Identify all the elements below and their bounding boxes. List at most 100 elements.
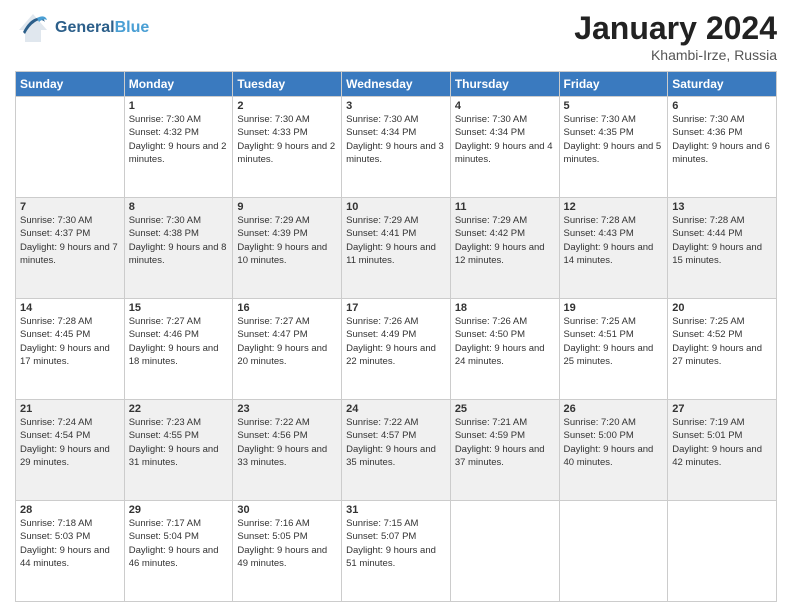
day-info: Sunrise: 7:30 AM Sunset: 4:38 PM Dayligh… xyxy=(129,214,229,267)
calendar-table: SundayMondayTuesdayWednesdayThursdayFrid… xyxy=(15,71,777,602)
col-header-thursday: Thursday xyxy=(450,72,559,97)
calendar-cell: 23Sunrise: 7:22 AM Sunset: 4:56 PM Dayli… xyxy=(233,400,342,501)
day-number: 16 xyxy=(237,302,337,314)
calendar-cell: 17Sunrise: 7:26 AM Sunset: 4:49 PM Dayli… xyxy=(342,299,451,400)
col-header-monday: Monday xyxy=(124,72,233,97)
calendar-week-row: 1Sunrise: 7:30 AM Sunset: 4:32 PM Daylig… xyxy=(16,97,777,198)
day-info: Sunrise: 7:28 AM Sunset: 4:44 PM Dayligh… xyxy=(672,214,772,267)
calendar-cell: 18Sunrise: 7:26 AM Sunset: 4:50 PM Dayli… xyxy=(450,299,559,400)
calendar-cell: 14Sunrise: 7:28 AM Sunset: 4:45 PM Dayli… xyxy=(16,299,125,400)
calendar-cell: 1Sunrise: 7:30 AM Sunset: 4:32 PM Daylig… xyxy=(124,97,233,198)
day-number: 31 xyxy=(346,504,446,516)
day-info: Sunrise: 7:19 AM Sunset: 5:01 PM Dayligh… xyxy=(672,416,772,469)
title-block: January 2024 Khambi-Irze, Russia xyxy=(574,10,777,63)
calendar-cell: 20Sunrise: 7:25 AM Sunset: 4:52 PM Dayli… xyxy=(668,299,777,400)
day-info: Sunrise: 7:22 AM Sunset: 4:56 PM Dayligh… xyxy=(237,416,337,469)
col-header-wednesday: Wednesday xyxy=(342,72,451,97)
day-number: 8 xyxy=(129,201,229,213)
col-header-sunday: Sunday xyxy=(16,72,125,97)
calendar-week-row: 28Sunrise: 7:18 AM Sunset: 5:03 PM Dayli… xyxy=(16,501,777,602)
calendar-cell: 25Sunrise: 7:21 AM Sunset: 4:59 PM Dayli… xyxy=(450,400,559,501)
page: GeneralBlue January 2024 Khambi-Irze, Ru… xyxy=(0,0,792,612)
day-number: 28 xyxy=(20,504,120,516)
day-number: 17 xyxy=(346,302,446,314)
calendar-cell: 2Sunrise: 7:30 AM Sunset: 4:33 PM Daylig… xyxy=(233,97,342,198)
day-info: Sunrise: 7:23 AM Sunset: 4:55 PM Dayligh… xyxy=(129,416,229,469)
day-number: 13 xyxy=(672,201,772,213)
day-info: Sunrise: 7:29 AM Sunset: 4:39 PM Dayligh… xyxy=(237,214,337,267)
col-header-tuesday: Tuesday xyxy=(233,72,342,97)
day-info: Sunrise: 7:29 AM Sunset: 4:42 PM Dayligh… xyxy=(455,214,555,267)
day-number: 2 xyxy=(237,100,337,112)
calendar-cell: 22Sunrise: 7:23 AM Sunset: 4:55 PM Dayli… xyxy=(124,400,233,501)
month-title: January 2024 xyxy=(574,10,777,47)
day-info: Sunrise: 7:20 AM Sunset: 5:00 PM Dayligh… xyxy=(564,416,664,469)
calendar-cell: 11Sunrise: 7:29 AM Sunset: 4:42 PM Dayli… xyxy=(450,198,559,299)
logo-text: GeneralBlue xyxy=(55,19,149,37)
calendar-cell: 31Sunrise: 7:15 AM Sunset: 5:07 PM Dayli… xyxy=(342,501,451,602)
calendar-cell: 8Sunrise: 7:30 AM Sunset: 4:38 PM Daylig… xyxy=(124,198,233,299)
calendar-cell: 15Sunrise: 7:27 AM Sunset: 4:46 PM Dayli… xyxy=(124,299,233,400)
day-info: Sunrise: 7:17 AM Sunset: 5:04 PM Dayligh… xyxy=(129,517,229,570)
day-info: Sunrise: 7:26 AM Sunset: 4:49 PM Dayligh… xyxy=(346,315,446,368)
calendar-cell: 4Sunrise: 7:30 AM Sunset: 4:34 PM Daylig… xyxy=(450,97,559,198)
day-number: 30 xyxy=(237,504,337,516)
calendar-cell: 29Sunrise: 7:17 AM Sunset: 5:04 PM Dayli… xyxy=(124,501,233,602)
day-number: 9 xyxy=(237,201,337,213)
day-info: Sunrise: 7:24 AM Sunset: 4:54 PM Dayligh… xyxy=(20,416,120,469)
day-number: 29 xyxy=(129,504,229,516)
day-info: Sunrise: 7:30 AM Sunset: 4:37 PM Dayligh… xyxy=(20,214,120,267)
calendar-week-row: 14Sunrise: 7:28 AM Sunset: 4:45 PM Dayli… xyxy=(16,299,777,400)
day-info: Sunrise: 7:28 AM Sunset: 4:45 PM Dayligh… xyxy=(20,315,120,368)
day-info: Sunrise: 7:30 AM Sunset: 4:36 PM Dayligh… xyxy=(672,113,772,166)
day-number: 6 xyxy=(672,100,772,112)
day-number: 23 xyxy=(237,403,337,415)
calendar-cell xyxy=(559,501,668,602)
day-number: 14 xyxy=(20,302,120,314)
day-number: 27 xyxy=(672,403,772,415)
logo: GeneralBlue xyxy=(15,10,149,46)
calendar-cell: 9Sunrise: 7:29 AM Sunset: 4:39 PM Daylig… xyxy=(233,198,342,299)
day-info: Sunrise: 7:22 AM Sunset: 4:57 PM Dayligh… xyxy=(346,416,446,469)
calendar-cell: 21Sunrise: 7:24 AM Sunset: 4:54 PM Dayli… xyxy=(16,400,125,501)
day-info: Sunrise: 7:25 AM Sunset: 4:51 PM Dayligh… xyxy=(564,315,664,368)
calendar-week-row: 21Sunrise: 7:24 AM Sunset: 4:54 PM Dayli… xyxy=(16,400,777,501)
calendar-week-row: 7Sunrise: 7:30 AM Sunset: 4:37 PM Daylig… xyxy=(16,198,777,299)
calendar-cell: 10Sunrise: 7:29 AM Sunset: 4:41 PM Dayli… xyxy=(342,198,451,299)
header: GeneralBlue January 2024 Khambi-Irze, Ru… xyxy=(15,10,777,63)
day-info: Sunrise: 7:30 AM Sunset: 4:32 PM Dayligh… xyxy=(129,113,229,166)
day-info: Sunrise: 7:21 AM Sunset: 4:59 PM Dayligh… xyxy=(455,416,555,469)
day-number: 1 xyxy=(129,100,229,112)
day-info: Sunrise: 7:28 AM Sunset: 4:43 PM Dayligh… xyxy=(564,214,664,267)
calendar-cell xyxy=(16,97,125,198)
day-info: Sunrise: 7:30 AM Sunset: 4:33 PM Dayligh… xyxy=(237,113,337,166)
day-number: 12 xyxy=(564,201,664,213)
calendar-cell: 24Sunrise: 7:22 AM Sunset: 4:57 PM Dayli… xyxy=(342,400,451,501)
day-info: Sunrise: 7:30 AM Sunset: 4:35 PM Dayligh… xyxy=(564,113,664,166)
day-number: 26 xyxy=(564,403,664,415)
day-number: 7 xyxy=(20,201,120,213)
calendar-cell: 3Sunrise: 7:30 AM Sunset: 4:34 PM Daylig… xyxy=(342,97,451,198)
calendar-cell xyxy=(450,501,559,602)
calendar-cell: 30Sunrise: 7:16 AM Sunset: 5:05 PM Dayli… xyxy=(233,501,342,602)
day-number: 21 xyxy=(20,403,120,415)
calendar-cell: 13Sunrise: 7:28 AM Sunset: 4:44 PM Dayli… xyxy=(668,198,777,299)
day-info: Sunrise: 7:18 AM Sunset: 5:03 PM Dayligh… xyxy=(20,517,120,570)
calendar-cell: 28Sunrise: 7:18 AM Sunset: 5:03 PM Dayli… xyxy=(16,501,125,602)
day-info: Sunrise: 7:25 AM Sunset: 4:52 PM Dayligh… xyxy=(672,315,772,368)
day-info: Sunrise: 7:27 AM Sunset: 4:47 PM Dayligh… xyxy=(237,315,337,368)
calendar-cell: 5Sunrise: 7:30 AM Sunset: 4:35 PM Daylig… xyxy=(559,97,668,198)
day-number: 22 xyxy=(129,403,229,415)
day-number: 20 xyxy=(672,302,772,314)
day-info: Sunrise: 7:27 AM Sunset: 4:46 PM Dayligh… xyxy=(129,315,229,368)
day-info: Sunrise: 7:29 AM Sunset: 4:41 PM Dayligh… xyxy=(346,214,446,267)
calendar-cell: 7Sunrise: 7:30 AM Sunset: 4:37 PM Daylig… xyxy=(16,198,125,299)
calendar-cell: 16Sunrise: 7:27 AM Sunset: 4:47 PM Dayli… xyxy=(233,299,342,400)
day-number: 3 xyxy=(346,100,446,112)
calendar-cell: 6Sunrise: 7:30 AM Sunset: 4:36 PM Daylig… xyxy=(668,97,777,198)
day-number: 4 xyxy=(455,100,555,112)
day-info: Sunrise: 7:15 AM Sunset: 5:07 PM Dayligh… xyxy=(346,517,446,570)
col-header-saturday: Saturday xyxy=(668,72,777,97)
day-number: 15 xyxy=(129,302,229,314)
calendar-header-row: SundayMondayTuesdayWednesdayThursdayFrid… xyxy=(16,72,777,97)
